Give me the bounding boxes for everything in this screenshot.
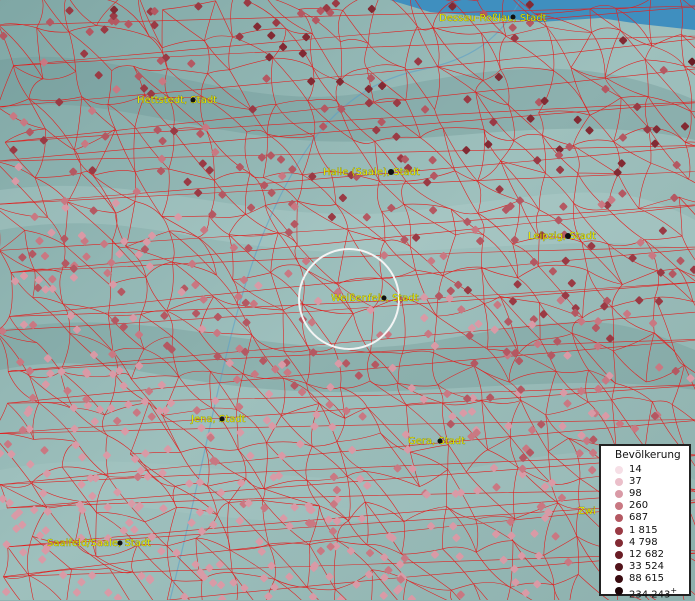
city-marker: [388, 169, 394, 175]
city-label: Zwi: [578, 506, 596, 517]
city-label: Gera, Stadt: [408, 436, 465, 447]
legend-label: 14: [629, 464, 642, 476]
city-weissenfels[interactable]: Weißenfels, Stadt: [331, 293, 419, 304]
legend-label: 12 682: [629, 549, 664, 561]
legend-label: 4 798: [629, 537, 658, 549]
legend-label: 33 524: [629, 561, 664, 573]
legend-title: Bevölkerung: [615, 449, 681, 461]
population-legend: Bevölkerung 1437982606871 8154 79812 682…: [599, 444, 691, 596]
city-label: Dessau-Roßlau, Stadt: [439, 13, 547, 24]
legend-swatch: [615, 502, 623, 510]
legend-swatch: [615, 478, 623, 486]
city-label: Jena, Stadt: [190, 414, 246, 425]
city-saalfeld[interactable]: Saalfeld/Saale, Stadt: [47, 538, 151, 549]
city-dessau[interactable]: Dessau-Roßlau, Stadt: [439, 13, 547, 24]
city-marker: [191, 98, 196, 103]
city-label: Halle (Saale), Stadt: [323, 167, 420, 178]
city-zwickau[interactable]: Zwi: [578, 506, 596, 517]
city-marker: [565, 233, 571, 239]
city-label: Weißenfels, Stadt: [331, 293, 419, 304]
city-marker: [511, 15, 516, 20]
city-label: Saalfeld/Saale, Stadt: [47, 538, 151, 549]
city-label: Hettstedt, Stadt: [137, 95, 217, 106]
legend-swatch: [615, 551, 623, 559]
city-halle[interactable]: Halle (Saale), Stadt: [323, 167, 420, 178]
legend-label: 37: [629, 476, 642, 488]
legend-label: 1 815: [629, 525, 658, 537]
city-gera[interactable]: Gera, Stadt: [408, 436, 465, 447]
map-canvas[interactable]: Dessau-Roßlau, Stadt Hettstedt, Stadt Ha…: [0, 0, 695, 600]
legend-swatch: [615, 563, 623, 571]
legend-swatch: [615, 514, 623, 522]
legend-label: 687: [629, 512, 648, 524]
legend-swatch: [615, 587, 623, 595]
legend-swatch: [615, 490, 623, 498]
legend-label: 234 243+: [629, 585, 677, 601]
city-marker: [118, 541, 123, 546]
legend-label: 88 615: [629, 573, 664, 585]
city-marker: [438, 439, 443, 444]
city-label: Leipzig, Stadt: [528, 231, 596, 242]
legend-swatch: [615, 575, 623, 583]
city-marker: [382, 296, 387, 301]
legend-label: 98: [629, 488, 642, 500]
legend-swatch: [615, 539, 623, 547]
city-jena[interactable]: Jena, Stadt: [190, 414, 246, 425]
legend-swatch: [615, 527, 623, 535]
legend-label: 260: [629, 500, 648, 512]
legend-swatch: [615, 466, 623, 474]
city-marker: [220, 417, 225, 422]
city-hettstedt[interactable]: Hettstedt, Stadt: [137, 95, 217, 106]
city-leipzig[interactable]: Leipzig, Stadt: [528, 231, 596, 242]
